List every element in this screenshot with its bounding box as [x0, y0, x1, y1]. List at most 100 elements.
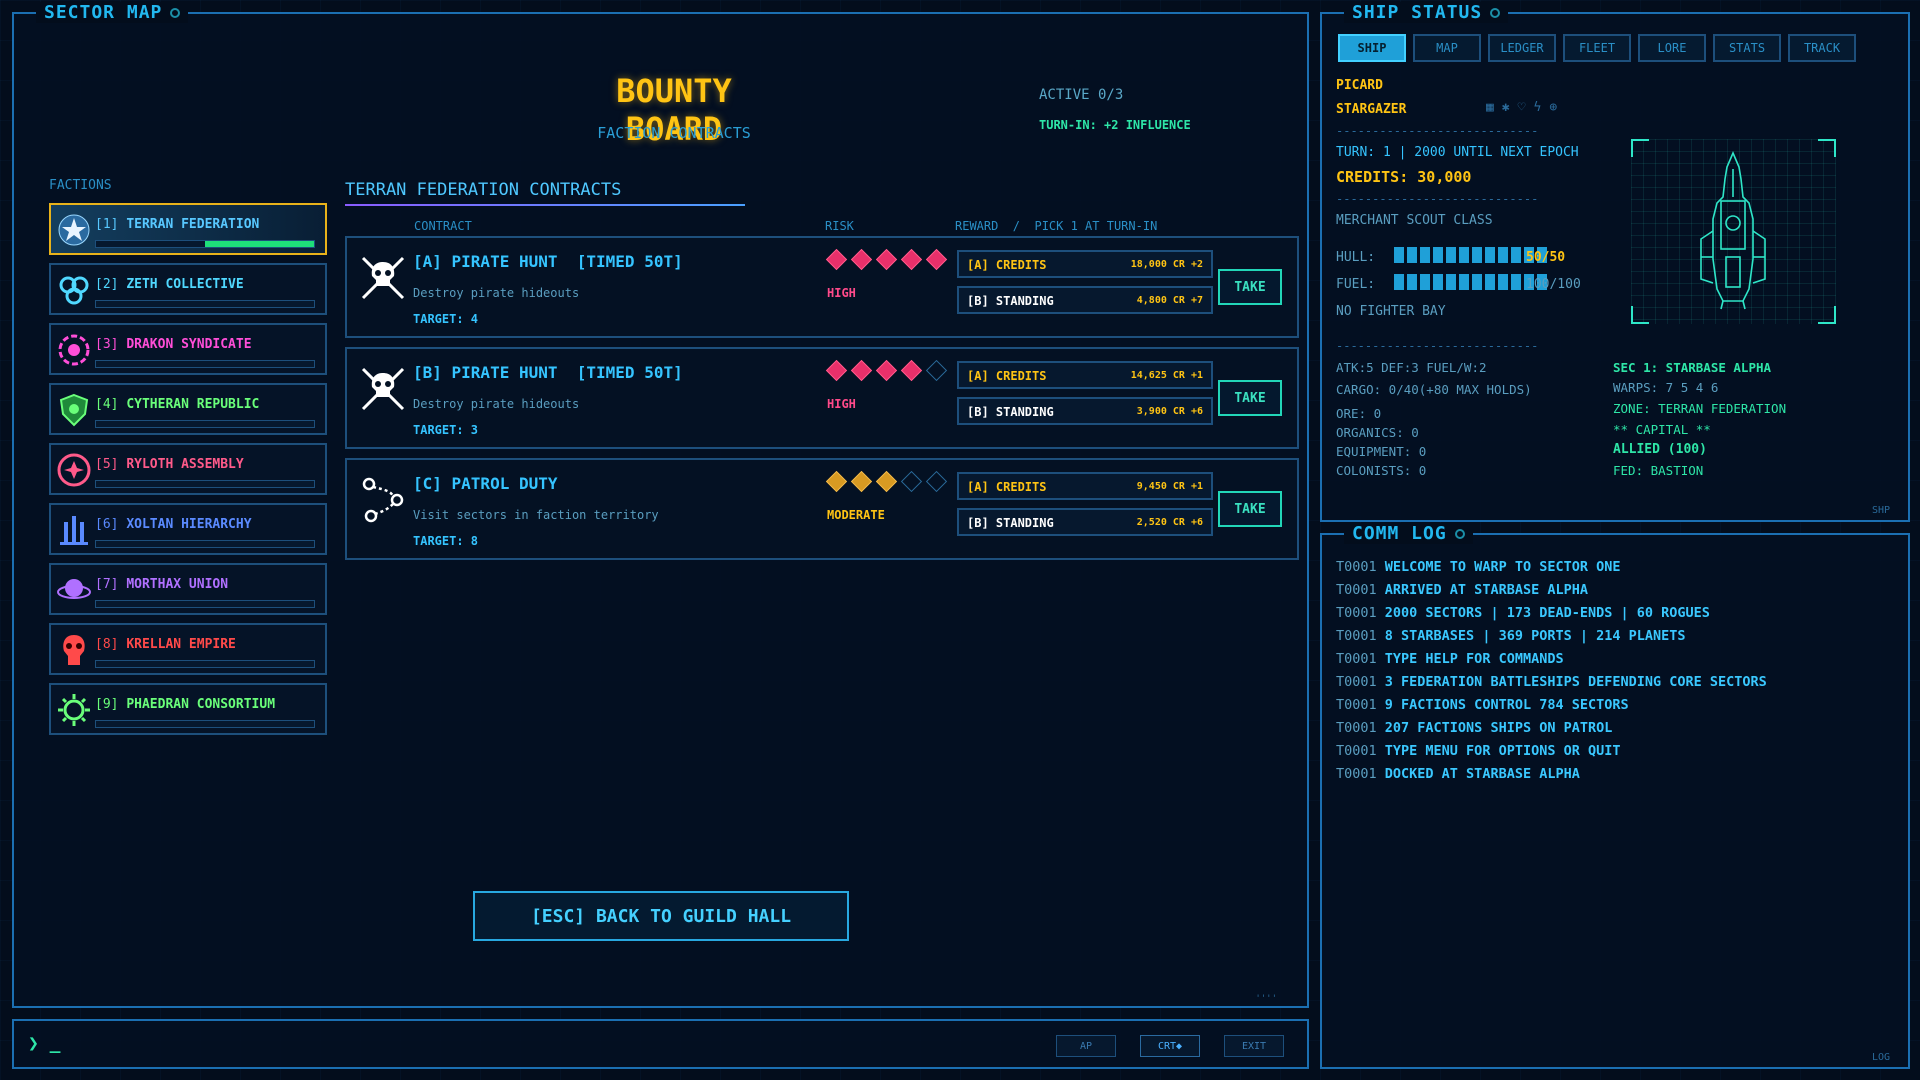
- turn-in-reward: TURN-IN: +2 INFLUENCE: [1039, 118, 1191, 132]
- page-subtitle: FACTION CONTRACTS: [597, 124, 751, 142]
- faction-item[interactable]: [4] CYTHERAN REPUBLIC: [49, 383, 327, 435]
- faction-item[interactable]: [9] PHAEDRAN CONSORTIUM: [49, 683, 327, 735]
- fighter-bay-status: NO FIGHTER BAY: [1336, 304, 1446, 319]
- allied-status: ALLIED (100): [1613, 442, 1707, 457]
- faction-item[interactable]: [3] DRAKON SYNDICATE: [49, 323, 327, 375]
- reward-option-credits[interactable]: [A] CREDITS 18,000 CR +2: [957, 250, 1213, 278]
- fuel-value: 100/100: [1526, 277, 1581, 292]
- take-contract-button[interactable]: TAKE: [1218, 269, 1282, 305]
- turn-info: TURN: 1 | 2000 UNTIL NEXT EPOCH: [1336, 145, 1579, 160]
- take-contract-button[interactable]: TAKE: [1218, 491, 1282, 527]
- contract-target: TARGET: 8: [413, 534, 479, 548]
- contract-icon: [357, 252, 413, 308]
- separator: ----------------------------: [1336, 124, 1539, 138]
- log-message: TYPE MENU FOR OPTIONS OR QUIT: [1384, 743, 1621, 759]
- sun-gear-icon: [55, 691, 93, 729]
- frame-corner: [1631, 306, 1649, 324]
- back-to-guild-hall-button[interactable]: [ESC] BACK TO GUILD HALL: [473, 891, 849, 941]
- risk-meter: [825, 359, 948, 382]
- reward-label: [A] CREDITS: [967, 258, 1047, 272]
- faction-name: [4] CYTHERAN REPUBLIC: [95, 397, 259, 412]
- risk-diamond-icon: [825, 359, 848, 382]
- bar-segment: [1511, 274, 1521, 290]
- risk-diamond-icon: [875, 248, 898, 271]
- fed-info: FED: BASTION: [1613, 463, 1704, 478]
- contract-title: [A] PIRATE HUNT [TIMED 50T]: [413, 252, 683, 271]
- log-timestamp: T0001: [1336, 582, 1377, 598]
- planet-ring-icon: [55, 571, 93, 609]
- bar-segment: [1459, 247, 1469, 263]
- contract-card: [C] PATROL DUTY Visit sectors in faction …: [345, 458, 1299, 560]
- contract-card: [B] PIRATE HUNT [TIMED 50T] Destroy pirat…: [345, 347, 1299, 449]
- bar-segment: [1433, 247, 1443, 263]
- target-icon[interactable]: ⊕: [1549, 100, 1557, 115]
- faction-item[interactable]: [6] XOLTAN HIERARCHY: [49, 503, 327, 555]
- faction-item[interactable]: [7] MORTHAX UNION: [49, 563, 327, 615]
- frame-corner: [1818, 306, 1836, 324]
- skull-helm-icon: [55, 631, 93, 669]
- tab-track[interactable]: TRACK: [1788, 34, 1856, 62]
- faction-number: [3]: [95, 337, 119, 352]
- reward-option-credits[interactable]: [A] CREDITS 9,450 CR +1: [957, 472, 1213, 500]
- risk-diamond-icon: [850, 248, 873, 271]
- contract-card: [A] PIRATE HUNT [TIMED 50T] Destroy pirat…: [345, 236, 1299, 338]
- faction-item[interactable]: [1] TERRAN FEDERATION: [49, 203, 327, 255]
- warps-info: WARPS: 7 5 4 6: [1613, 380, 1719, 395]
- log-entry: T0001 2000 SECTORS | 173 DEAD-ENDS | 60 …: [1336, 605, 1710, 621]
- faction-name: [9] PHAEDRAN CONSORTIUM: [95, 697, 275, 712]
- grid-icon[interactable]: ▦: [1486, 100, 1494, 115]
- contract-description: Destroy pirate hideouts: [413, 286, 580, 300]
- ship-class: MERCHANT SCOUT CLASS: [1336, 213, 1493, 228]
- organics-stat: ORGANICS: 0: [1336, 425, 1419, 440]
- log-message: DOCKED AT STARBASE ALPHA: [1384, 766, 1580, 782]
- faction-label: MORTHAX UNION: [126, 577, 229, 592]
- tab-lore[interactable]: LORE: [1638, 34, 1706, 62]
- take-contract-button[interactable]: TAKE: [1218, 380, 1282, 416]
- faction-number: [4]: [95, 397, 119, 412]
- faction-label: PHAEDRAN CONSORTIUM: [126, 697, 276, 712]
- cargo-stat: CARGO: 0/40(+80 MAX HOLDS): [1336, 382, 1532, 397]
- tab-map[interactable]: MAP: [1413, 34, 1481, 62]
- faction-standing-bar: [95, 540, 315, 548]
- bolt-icon[interactable]: ϟ: [1533, 100, 1541, 115]
- captain-name: PICARD: [1336, 78, 1383, 93]
- faction-item[interactable]: [2] ZETH COLLECTIVE: [49, 263, 327, 315]
- tab-fleet[interactable]: FLEET: [1563, 34, 1631, 62]
- risk-diamond-icon: [900, 359, 923, 382]
- log-timestamp: T0001: [1336, 674, 1377, 690]
- reward-option-standing[interactable]: [B] STANDING 2,520 CR +6: [957, 508, 1213, 536]
- faction-name: [8] KRELLAN EMPIRE: [95, 637, 236, 652]
- reward-option-credits[interactable]: [A] CREDITS 14,625 CR +1: [957, 361, 1213, 389]
- tab-ledger[interactable]: LEDGER: [1488, 34, 1556, 62]
- tab-ship[interactable]: SHIP: [1338, 34, 1406, 62]
- ap-button[interactable]: AP: [1056, 1035, 1116, 1057]
- command-bar: ❯ _ AP CRT◆ EXIT: [12, 1019, 1309, 1069]
- command-prompt-input[interactable]: ❯ _: [28, 1033, 61, 1054]
- reward-option-standing[interactable]: [B] STANDING 3,900 CR +6: [957, 397, 1213, 425]
- faction-item[interactable]: [5] RYLOTH ASSEMBLY: [49, 443, 327, 495]
- faction-number: [2]: [95, 277, 119, 292]
- equipment-stat: EQUIPMENT: 0: [1336, 444, 1427, 459]
- reward-value: 2,520 CR +6: [1136, 517, 1203, 528]
- bar-segment: [1472, 247, 1482, 263]
- faction-name: [6] XOLTAN HIERARCHY: [95, 517, 252, 532]
- gear-icon[interactable]: ✱: [1502, 100, 1510, 115]
- faction-number: [1]: [95, 217, 119, 232]
- credits-display: CREDITS: 30,000: [1336, 168, 1472, 186]
- col-header-risk: RISK: [825, 219, 854, 233]
- ship-status-panel: SHIP STATUS SHIP MAP LEDGER FLEET LORE S…: [1320, 2, 1910, 522]
- bar-segment: [1511, 247, 1521, 263]
- risk-diamond-icon: [875, 470, 898, 493]
- separator: ----------------------------: [1336, 192, 1539, 206]
- reward-option-standing[interactable]: [B] STANDING 4,800 CR +7: [957, 286, 1213, 314]
- reward-label: [B] STANDING: [967, 516, 1054, 530]
- shield-icon[interactable]: ♡: [1518, 100, 1526, 115]
- crt-button[interactable]: CRT◆: [1140, 1035, 1200, 1057]
- faction-item[interactable]: [8] KRELLAN EMPIRE: [49, 623, 327, 675]
- tab-stats[interactable]: STATS: [1713, 34, 1781, 62]
- faction-standing-bar: [95, 420, 315, 428]
- contract-description: Visit sectors in faction territory: [413, 508, 659, 522]
- exit-button[interactable]: EXIT: [1224, 1035, 1284, 1057]
- zone-info: ZONE: TERRAN FEDERATION: [1613, 401, 1787, 416]
- reward-value: 9,450 CR +1: [1136, 481, 1203, 492]
